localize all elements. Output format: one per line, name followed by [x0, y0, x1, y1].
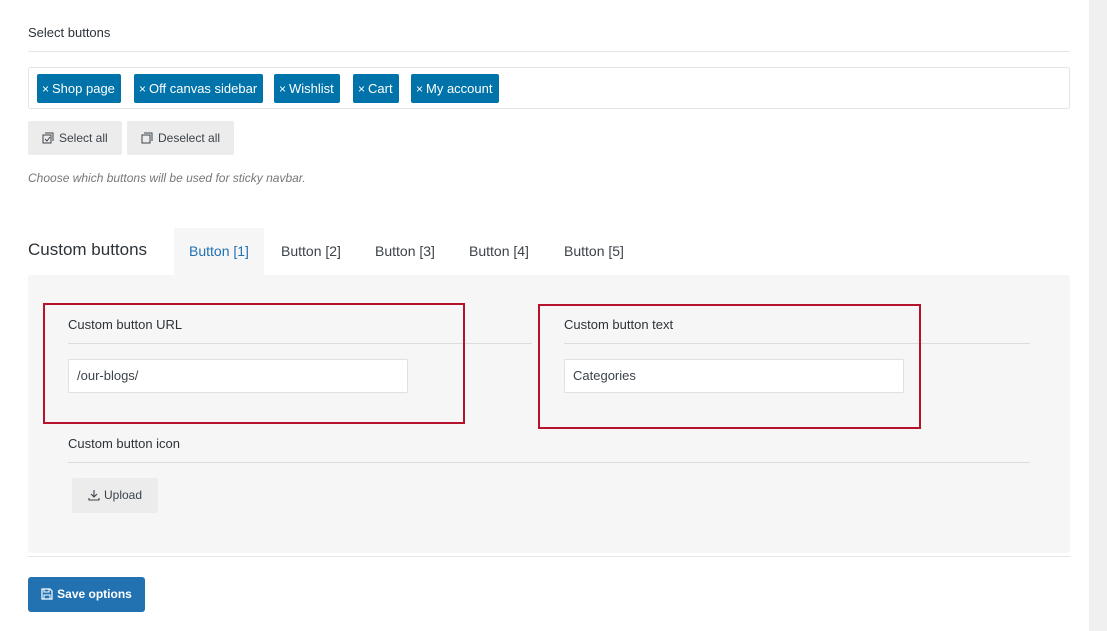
select-buttons-hint: Choose which buttons will be used for st… — [28, 171, 306, 185]
upload-button[interactable]: Upload — [72, 478, 158, 513]
save-options-label: Save options — [57, 587, 132, 601]
tag-wishlist[interactable]: × Wishlist — [274, 74, 340, 103]
tag-cart[interactable]: × Cart — [353, 74, 399, 103]
tag-label: Shop page — [52, 81, 115, 96]
tag-my-account[interactable]: × My account — [411, 74, 499, 103]
tag-off-canvas-sidebar[interactable]: × Off canvas sidebar — [134, 74, 264, 103]
deselect-all-label: Deselect all — [158, 131, 221, 145]
custom-buttons-title: Custom buttons — [28, 240, 148, 259]
highlight-box-text — [538, 304, 921, 429]
remove-icon[interactable]: × — [42, 82, 49, 96]
remove-icon[interactable]: × — [139, 82, 146, 96]
upload-label: Upload — [103, 488, 143, 502]
tag-label: My account — [426, 81, 493, 96]
remove-icon[interactable]: × — [358, 82, 365, 96]
checkbox-empty-icon — [141, 132, 153, 144]
highlight-box-url — [43, 303, 465, 424]
save-options-button[interactable]: Save options — [28, 577, 145, 612]
select-all-label: Select all — [59, 131, 108, 145]
select-all-button[interactable]: Select all — [28, 121, 122, 155]
divider — [68, 462, 1030, 463]
selected-buttons-field[interactable]: × Shop page × Off canvas sidebar × Wishlist… — [28, 67, 1070, 109]
scrollbar-track[interactable] — [1089, 0, 1107, 631]
tab-button-5[interactable]: Button [5] — [549, 228, 639, 276]
remove-icon[interactable]: × — [416, 82, 423, 96]
tab-button-3[interactable]: Button [3] — [360, 228, 450, 276]
floppy-disk-icon — [41, 588, 53, 600]
tag-label: Cart — [368, 81, 393, 96]
tab-button-4[interactable]: Button [4] — [454, 228, 544, 276]
remove-icon[interactable]: × — [279, 82, 286, 96]
download-icon — [88, 490, 100, 501]
tag-shop-page[interactable]: × Shop page — [37, 74, 121, 103]
checkbox-check-icon — [42, 132, 54, 144]
tab-button-2[interactable]: Button [2] — [266, 228, 356, 276]
tag-label: Off canvas sidebar — [149, 81, 258, 96]
tab-button-1[interactable]: Button [1] — [174, 228, 264, 276]
divider — [28, 51, 1070, 52]
custom-button-icon-label: Custom button icon — [68, 436, 181, 451]
select-buttons-title: Select buttons — [28, 25, 111, 40]
divider — [28, 556, 1070, 557]
deselect-all-button[interactable]: Deselect all — [127, 121, 235, 155]
tag-label: Wishlist — [289, 81, 334, 96]
